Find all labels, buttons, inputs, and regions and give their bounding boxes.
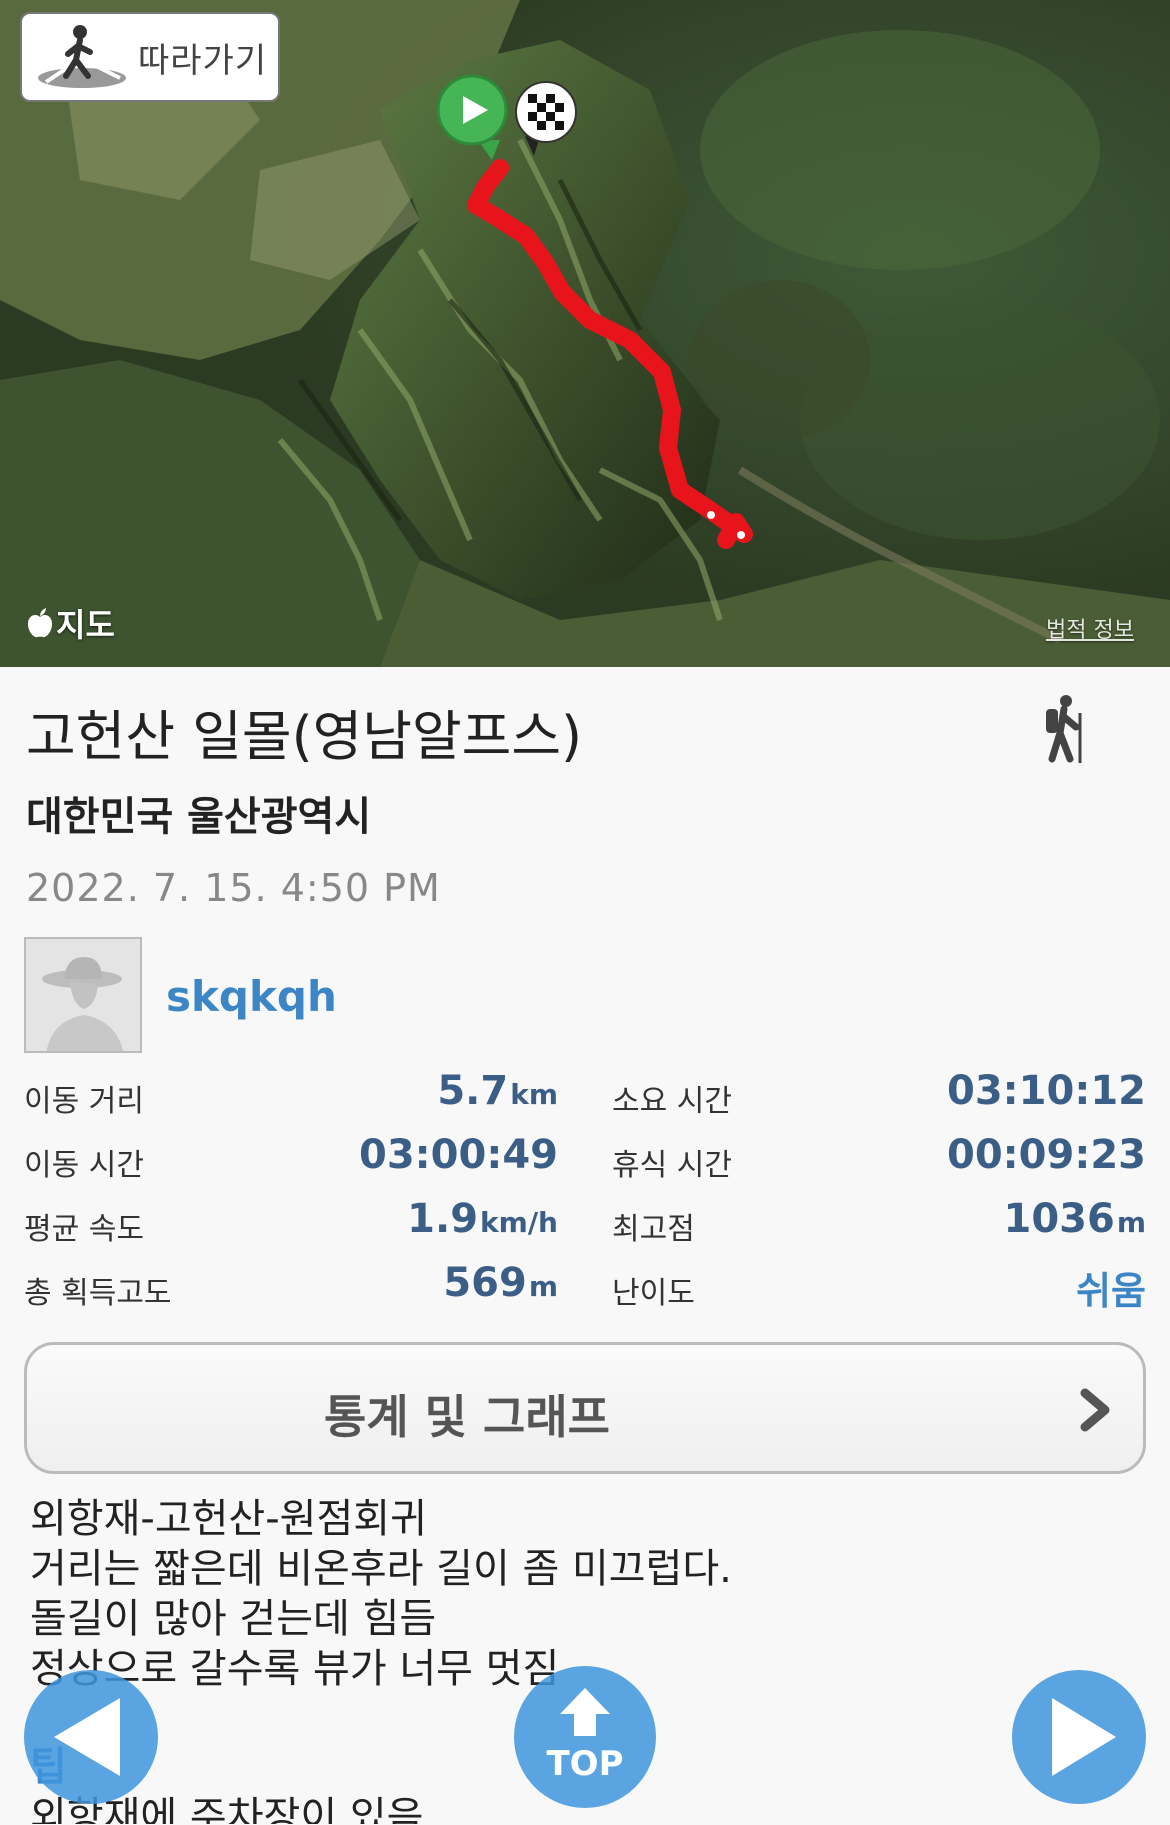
apple-logo-icon <box>28 608 52 638</box>
stat-label: 최고점 <box>612 1212 695 1247</box>
next-button[interactable] <box>1012 1670 1146 1804</box>
stat-value: 00:09:23 <box>947 1132 1146 1178</box>
track-region: 대한민국 울산광역시 <box>26 794 372 840</box>
description-line: 거리는 짧은데 비온후라 길이 좀 미끄럽다. <box>30 1546 732 1592</box>
stat-total-time: 소요 시간 03:10:12 <box>612 1068 1146 1124</box>
stat-moving-time: 이동 시간 03:00:49 <box>24 1132 558 1188</box>
stat-difficulty: 난이도 쉬움 <box>612 1260 1146 1316</box>
stat-label: 난이도 <box>612 1276 695 1311</box>
previous-button[interactable] <box>24 1670 158 1804</box>
scroll-top-button[interactable]: TOP <box>514 1666 656 1808</box>
stat-value: 569 <box>443 1260 527 1306</box>
stat-value: 5.7 <box>437 1068 509 1114</box>
stat-unit: km <box>510 1078 558 1111</box>
chevron-right-icon <box>1080 1388 1110 1432</box>
description-line: 외항재-고헌산-원점회귀 <box>30 1496 427 1542</box>
triangle-left-icon <box>54 1698 120 1776</box>
track-title: 고헌산 일몰(영남알프스) <box>26 705 583 768</box>
walking-person-icon <box>38 25 126 88</box>
user-silhouette-icon <box>26 939 140 1051</box>
stat-value: 1.9 <box>407 1196 479 1242</box>
stats-graph-button[interactable]: 통계 및 그래프 <box>24 1342 1146 1474</box>
triangle-right-icon <box>1052 1698 1116 1776</box>
follow-button[interactable]: 따라가기 <box>20 12 280 102</box>
stat-label: 소요 시간 <box>612 1084 732 1119</box>
stat-elevation-gain: 총 획득고도 569m <box>24 1260 558 1316</box>
stat-value: 1036 <box>1003 1196 1115 1242</box>
track-date: 2022. 7. 15. 4:50 PM <box>26 866 441 910</box>
stat-label: 이동 거리 <box>24 1084 144 1119</box>
stat-value: 쉬움 <box>1076 1269 1146 1313</box>
legal-info-link[interactable]: 법적 정보 <box>1046 612 1134 644</box>
arrow-up-icon <box>560 1688 610 1736</box>
scroll-top-label: TOP <box>546 1744 624 1784</box>
follow-label: 따라가기 <box>138 40 268 81</box>
stat-value: 03:10:12 <box>947 1068 1146 1114</box>
stat-avg-speed: 평균 속도 1.9km/h <box>24 1196 558 1252</box>
stat-max-altitude: 최고점 1036m <box>612 1196 1146 1252</box>
stat-label: 휴식 시간 <box>612 1148 732 1183</box>
stat-distance: 이동 거리 5.7km <box>24 1068 558 1124</box>
stats-graph-label: 통계 및 그래프 <box>324 1390 610 1444</box>
stat-unit: m <box>528 1270 558 1303</box>
stat-unit: m <box>1116 1206 1146 1239</box>
stat-label: 이동 시간 <box>24 1148 144 1183</box>
route-map[interactable]: 따라가기 지도 법적 정보 <box>0 0 1170 667</box>
maps-label: 지도 <box>56 606 115 644</box>
hiker-icon <box>1046 695 1082 763</box>
stat-unit: km/h <box>480 1206 558 1239</box>
description-line: 돌길이 많아 걷는데 힘듬 <box>30 1596 437 1642</box>
stat-rest-time: 휴식 시간 00:09:23 <box>612 1132 1146 1188</box>
stat-label: 평균 속도 <box>24 1212 144 1247</box>
maps-attribution: 지도 <box>26 600 115 646</box>
username-link[interactable]: skqkqh <box>166 972 337 1021</box>
stat-value: 03:00:49 <box>359 1132 558 1178</box>
avatar[interactable] <box>24 937 142 1053</box>
stat-label: 총 획득고도 <box>24 1276 172 1311</box>
